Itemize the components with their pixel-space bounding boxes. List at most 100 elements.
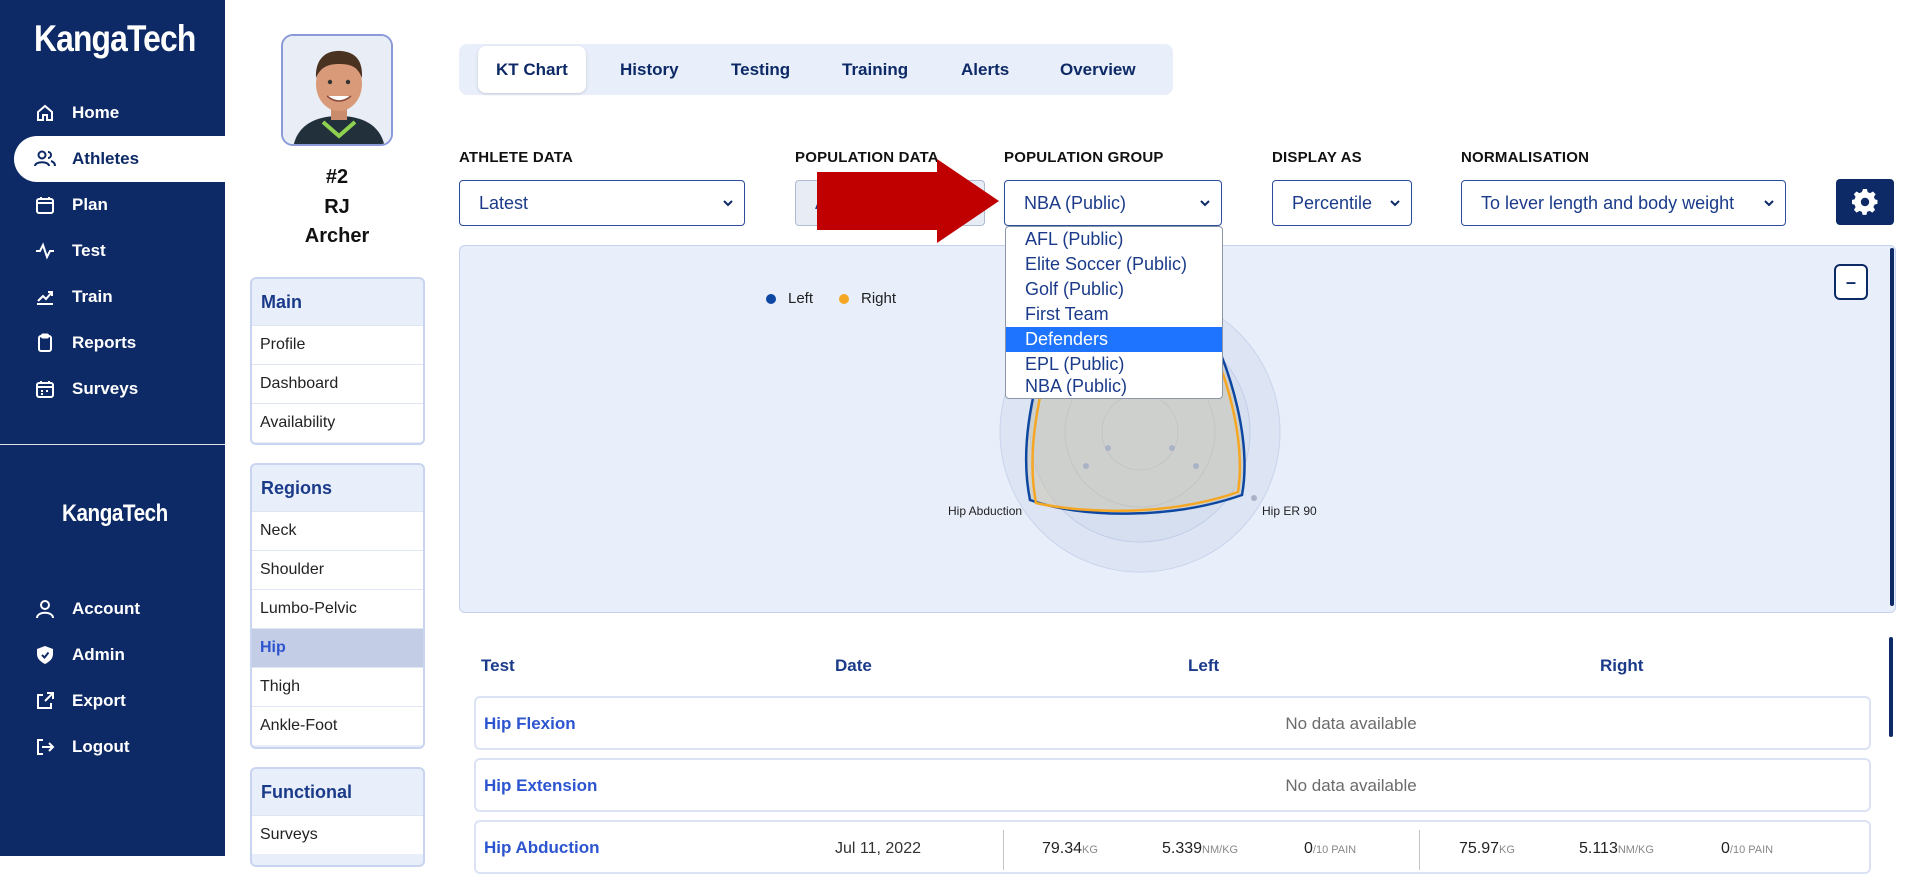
- nav-train[interactable]: Train: [14, 274, 225, 320]
- display-as-label: DISPLAY AS: [1272, 149, 1362, 166]
- athlete-last-name: Archer: [304, 225, 370, 247]
- option-elite-soccer[interactable]: Elite Soccer (Public): [1006, 252, 1222, 277]
- settings-button[interactable]: [1836, 179, 1894, 225]
- nav-athletes-label: Athletes: [72, 149, 140, 168]
- user-icon: [34, 598, 56, 620]
- menu-main-title: Main: [261, 292, 303, 312]
- nav-test-label: Test: [72, 241, 106, 260]
- legend-right-label: Right: [861, 290, 897, 307]
- table-row[interactable]: Hip Extension No data available: [474, 758, 1871, 812]
- col-header-right: Right: [1600, 656, 1644, 675]
- athlete-photo: [294, 50, 384, 144]
- nav-athletes[interactable]: Athletes: [14, 136, 225, 182]
- menu-functional: Functional Surveys: [250, 767, 425, 867]
- nav-account[interactable]: Account: [14, 586, 225, 632]
- menu-item-profile[interactable]: Profile: [252, 325, 423, 364]
- shield-icon: [34, 644, 56, 666]
- menu-item-availability[interactable]: Availability: [252, 403, 423, 442]
- normalisation-select[interactable]: To lever length and body weight: [1461, 180, 1786, 226]
- tab-testing[interactable]: Testing: [731, 44, 790, 95]
- nav-test[interactable]: Test: [14, 228, 225, 274]
- radar-axis-hip-abduction: Hip Abduction: [948, 504, 1023, 518]
- tab-overview[interactable]: Overview: [1060, 44, 1136, 95]
- activity-icon: [34, 240, 56, 262]
- menu-regions: Regions Neck Shoulder Lumbo-Pelvic Hip T…: [250, 463, 425, 749]
- col-header-left: Left: [1188, 656, 1220, 675]
- athlete-data-select[interactable]: Latest: [459, 180, 745, 226]
- option-epl[interactable]: EPL (Public): [1006, 352, 1222, 377]
- chevron-down-icon: [1764, 200, 1774, 207]
- option-golf[interactable]: Golf (Public): [1006, 277, 1222, 302]
- menu-regions-title: Regions: [261, 478, 333, 498]
- brand-logo: KangaTech: [34, 18, 196, 59]
- legend-right[interactable]: Right: [839, 290, 896, 307]
- chart-scrollbar[interactable]: [1890, 248, 1894, 606]
- nav-train-label: Train: [72, 287, 113, 306]
- row-empty-message: No data available: [1285, 714, 1417, 733]
- nav-reports-label: Reports: [72, 333, 137, 352]
- tab-history[interactable]: History: [620, 44, 679, 95]
- left-torque-value: 5.339NM/KG: [1162, 840, 1239, 857]
- tab-alerts[interactable]: Alerts: [961, 44, 1009, 95]
- collapse-chart-button[interactable]: –: [1834, 264, 1868, 300]
- nav-surveys[interactable]: Surveys: [14, 366, 225, 412]
- menu-item-surveys[interactable]: Surveys: [252, 815, 423, 854]
- gear-icon: [1852, 189, 1878, 215]
- nav-logout-label: Logout: [72, 737, 130, 756]
- population-group-label: POPULATION GROUP: [1004, 149, 1164, 166]
- nav-reports[interactable]: Reports: [14, 320, 225, 366]
- export-icon: [34, 690, 56, 712]
- option-nba[interactable]: NBA (Public): [1006, 377, 1222, 398]
- chevron-down-icon: [1390, 200, 1400, 207]
- chevron-down-icon: [723, 200, 733, 207]
- nav-account-label: Account: [72, 599, 140, 618]
- left-pain-value: 0/10 PAIN: [1304, 840, 1357, 857]
- athlete-avatar: [281, 34, 393, 146]
- athlete-data-value: Latest: [479, 192, 529, 213]
- population-group-select[interactable]: NBA (Public): [1004, 180, 1222, 226]
- trend-icon: [34, 286, 56, 308]
- population-group-value: NBA (Public): [1024, 192, 1127, 213]
- menu-item-thigh[interactable]: Thigh: [252, 667, 423, 706]
- nav-export[interactable]: Export: [14, 678, 225, 724]
- nav-plan[interactable]: Plan: [14, 182, 225, 228]
- nav-home-label: Home: [72, 103, 120, 122]
- option-afl[interactable]: AFL (Public): [1006, 227, 1222, 252]
- brand-logo-small: KangaTech: [62, 500, 168, 527]
- menu-item-shoulder[interactable]: Shoulder: [252, 550, 423, 589]
- main-nav: KangaTech Home Athletes Plan Test Train …: [0, 0, 225, 856]
- menu-item-dashboard[interactable]: Dashboard: [252, 364, 423, 403]
- nav-logout[interactable]: Logout: [14, 724, 225, 770]
- row-test-name[interactable]: Hip Abduction: [484, 838, 600, 858]
- legend-left-marker: [766, 293, 776, 304]
- table-row[interactable]: Hip Abduction Jul 11, 2022 79.34KG 5.339…: [474, 820, 1871, 874]
- col-header-date: Date: [835, 656, 872, 675]
- radar-axis-hip-er: Hip ER 90: [1262, 504, 1317, 518]
- right-pain-value: 0/10 PAIN: [1721, 840, 1774, 857]
- legend-left[interactable]: Left: [766, 290, 813, 307]
- menu-functional-title: Functional: [261, 782, 352, 802]
- tab-training[interactable]: Training: [842, 44, 908, 95]
- nav-admin[interactable]: Admin: [14, 632, 225, 678]
- users-icon: [34, 148, 56, 170]
- option-defenders[interactable]: Defenders: [1006, 327, 1222, 352]
- nav-admin-label: Admin: [72, 645, 125, 664]
- menu-main: Main Profile Dashboard Availability: [250, 277, 425, 445]
- right-torque-value: 5.113NM/KG: [1579, 840, 1654, 857]
- menu-item-ankle-foot[interactable]: Ankle-Foot: [252, 706, 423, 745]
- tab-kt-chart[interactable]: KT Chart: [478, 46, 586, 93]
- athlete-data-label: ATHLETE DATA: [459, 149, 574, 166]
- normalisation-value: To lever length and body weight: [1481, 192, 1735, 213]
- athlete-first-name: RJ: [324, 196, 350, 218]
- menu-item-lumbo-pelvic[interactable]: Lumbo-Pelvic: [252, 589, 423, 628]
- display-as-value: Percentile: [1292, 192, 1373, 213]
- menu-item-hip[interactable]: Hip: [252, 628, 423, 667]
- option-first-team[interactable]: First Team: [1006, 302, 1222, 327]
- home-icon: [34, 102, 56, 124]
- table-row[interactable]: Hip Flexion No data available: [474, 696, 1871, 750]
- right-force-value: 75.97KG: [1459, 840, 1515, 857]
- menu-item-neck[interactable]: Neck: [252, 511, 423, 550]
- nav-home[interactable]: Home: [14, 90, 225, 136]
- nav-export-label: Export: [72, 691, 126, 710]
- display-as-select[interactable]: Percentile: [1272, 180, 1412, 226]
